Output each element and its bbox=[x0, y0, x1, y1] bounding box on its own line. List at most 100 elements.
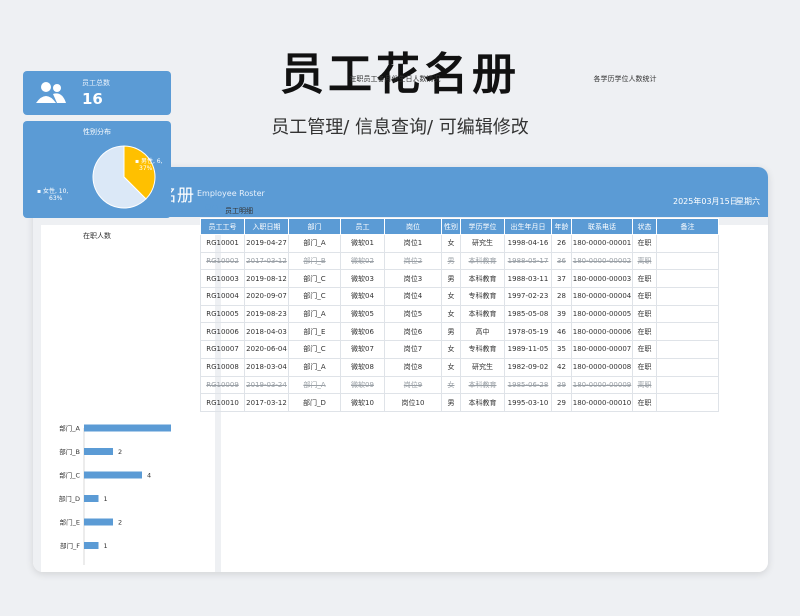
table-cell[interactable]: 180-0000-00006 bbox=[571, 322, 633, 342]
table-cell[interactable]: 28 bbox=[551, 287, 572, 306]
table-cell[interactable]: 在职 bbox=[632, 322, 657, 342]
table-cell[interactable]: 部门_E bbox=[288, 322, 341, 342]
table-cell[interactable]: 1988-03-11 bbox=[504, 269, 552, 289]
table-cell[interactable]: 在职 bbox=[632, 234, 657, 253]
table-cell[interactable]: 本科教育 bbox=[460, 269, 505, 289]
table-cell[interactable]: 高中 bbox=[460, 322, 505, 342]
table-cell[interactable]: 在职 bbox=[632, 304, 657, 324]
table-cell[interactable]: 2020-09-07 bbox=[244, 287, 289, 306]
table-cell[interactable]: 男 bbox=[441, 269, 461, 289]
table-cell[interactable]: RG10008 bbox=[200, 357, 245, 377]
dept-bar[interactable] bbox=[84, 471, 142, 479]
table-cell[interactable]: 研究生 bbox=[460, 357, 505, 377]
table-cell[interactable]: 2018-03-04 bbox=[244, 357, 289, 377]
table-row[interactable]: RG10004 2020-09-07 部门_C 微软04 岗位4 女专科教育 1997-02… bbox=[200, 287, 719, 306]
table-cell[interactable]: 180-0000-00001 bbox=[571, 234, 633, 253]
table-cell[interactable]: 部门_C bbox=[288, 340, 341, 359]
table-cell[interactable]: 本科教育 bbox=[460, 251, 505, 271]
table-cell[interactable]: RG10003 bbox=[200, 269, 245, 289]
table-cell[interactable]: 180-0000-00004 bbox=[571, 287, 633, 306]
table-cell[interactable]: 岗位5 bbox=[384, 304, 442, 324]
table-cell[interactable]: 微软05 bbox=[340, 304, 385, 324]
table-cell[interactable]: 女 bbox=[441, 234, 461, 253]
table-cell[interactable]: 岗位6 bbox=[384, 322, 442, 342]
table-cell[interactable] bbox=[656, 340, 719, 359]
column-header[interactable]: 状态 bbox=[632, 218, 657, 235]
table-cell[interactable]: 微软06 bbox=[340, 322, 385, 342]
table-cell[interactable]: 2017-03-12 bbox=[244, 393, 289, 412]
table-cell[interactable]: 女 bbox=[441, 304, 461, 324]
table-cell[interactable]: 180-0000-00008 bbox=[571, 357, 633, 377]
table-cell[interactable]: 部门_A bbox=[288, 234, 341, 253]
table-cell[interactable]: 2018-04-03 bbox=[244, 322, 289, 342]
table-cell[interactable]: 37 bbox=[551, 269, 572, 289]
table-cell[interactable] bbox=[656, 269, 719, 289]
table-cell[interactable] bbox=[656, 393, 719, 412]
table-cell[interactable]: 本科教育 bbox=[460, 393, 505, 412]
table-cell[interactable]: 岗位1 bbox=[384, 234, 442, 253]
column-header[interactable]: 岗位 bbox=[384, 218, 442, 235]
table-cell[interactable]: 微软03 bbox=[340, 269, 385, 289]
column-header[interactable]: 备注 bbox=[656, 218, 719, 235]
table-cell[interactable]: 1998-04-16 bbox=[504, 234, 552, 253]
table-cell[interactable]: 微软09 bbox=[340, 375, 385, 395]
column-header[interactable]: 部门 bbox=[288, 218, 341, 235]
column-header[interactable]: 员工工号 bbox=[200, 218, 245, 235]
table-cell[interactable]: 2020-06-04 bbox=[244, 340, 289, 359]
table-cell[interactable]: 男 bbox=[441, 393, 461, 412]
table-cell[interactable]: 在职 bbox=[632, 357, 657, 377]
table-cell[interactable]: 部门_C bbox=[288, 287, 341, 306]
table-cell[interactable]: 2019-03-24 bbox=[244, 375, 289, 395]
table-cell[interactable]: 在职 bbox=[632, 340, 657, 359]
table-cell[interactable]: 26 bbox=[551, 234, 572, 253]
table-cell[interactable]: 180-0000-00002 bbox=[571, 251, 633, 271]
table-row[interactable]: RG10009 2019-03-24 部门_A 微软09 岗位9 女本科教育 1985-06… bbox=[200, 375, 719, 395]
table-cell[interactable]: 离职 bbox=[632, 251, 657, 271]
table-cell[interactable]: 39 bbox=[551, 375, 572, 395]
table-cell[interactable]: 女 bbox=[441, 340, 461, 359]
table-cell[interactable]: 1978-05-19 bbox=[504, 322, 552, 342]
table-cell[interactable]: 1988-05-17 bbox=[504, 251, 552, 271]
table-cell[interactable]: 2019-08-23 bbox=[244, 304, 289, 324]
table-cell[interactable]: 在职 bbox=[632, 287, 657, 306]
table-cell[interactable] bbox=[656, 251, 719, 271]
table-row[interactable]: RG10005 2019-08-23 部门_A 微软05 岗位5 女本科教育 1985-05… bbox=[200, 304, 719, 324]
table-cell[interactable]: 35 bbox=[551, 340, 572, 359]
column-header[interactable]: 员工 bbox=[340, 218, 385, 235]
table-cell[interactable]: 岗位8 bbox=[384, 357, 442, 377]
table-cell[interactable]: 39 bbox=[551, 304, 572, 324]
table-cell[interactable]: 本科教育 bbox=[460, 375, 505, 395]
table-row[interactable]: RG10002 2017-03-12 部门_B 微软02 岗位2 男本科教育 1988-05… bbox=[200, 251, 719, 271]
table-cell[interactable]: 部门_D bbox=[288, 393, 341, 412]
table-cell[interactable]: 微软01 bbox=[340, 234, 385, 253]
column-header[interactable]: 年龄 bbox=[551, 218, 572, 235]
table-cell[interactable]: 微软04 bbox=[340, 287, 385, 306]
table-cell[interactable] bbox=[656, 234, 719, 253]
table-cell[interactable] bbox=[656, 357, 719, 377]
dept-bar[interactable] bbox=[84, 424, 171, 432]
table-cell[interactable]: 男 bbox=[441, 251, 461, 271]
dept-bar[interactable] bbox=[84, 518, 113, 526]
table-cell[interactable]: 2019-04-27 bbox=[244, 234, 289, 253]
table-cell[interactable]: 1985-05-08 bbox=[504, 304, 552, 324]
table-cell[interactable]: 1995-03-10 bbox=[504, 393, 552, 412]
column-header[interactable]: 联系电话 bbox=[571, 218, 633, 235]
table-cell[interactable]: 本科教育 bbox=[460, 304, 505, 324]
table-cell[interactable]: 2019-08-12 bbox=[244, 269, 289, 289]
table-cell[interactable]: 女 bbox=[441, 287, 461, 306]
table-cell[interactable]: 岗位2 bbox=[384, 251, 442, 271]
table-cell[interactable]: 微软07 bbox=[340, 340, 385, 359]
table-cell[interactable]: 36 bbox=[551, 251, 572, 271]
table-cell[interactable]: RG10009 bbox=[200, 375, 245, 395]
table-cell[interactable]: 1989-11-05 bbox=[504, 340, 552, 359]
table-cell[interactable]: 专科教育 bbox=[460, 287, 505, 306]
table-cell[interactable]: 离职 bbox=[632, 375, 657, 395]
table-cell[interactable]: 2017-03-12 bbox=[244, 251, 289, 271]
table-cell[interactable]: RG10001 bbox=[200, 234, 245, 253]
table-row[interactable]: RG10010 2017-03-12 部门_D 微软10 岗位10 男本科教育 1995-0… bbox=[200, 393, 719, 412]
table-cell[interactable]: 部门_B bbox=[288, 251, 341, 271]
table-cell[interactable]: 180-0000-00003 bbox=[571, 269, 633, 289]
table-cell[interactable]: 42 bbox=[551, 357, 572, 377]
column-header[interactable]: 入职日期 bbox=[244, 218, 289, 235]
table-cell[interactable]: 180-0000-00010 bbox=[571, 393, 633, 412]
